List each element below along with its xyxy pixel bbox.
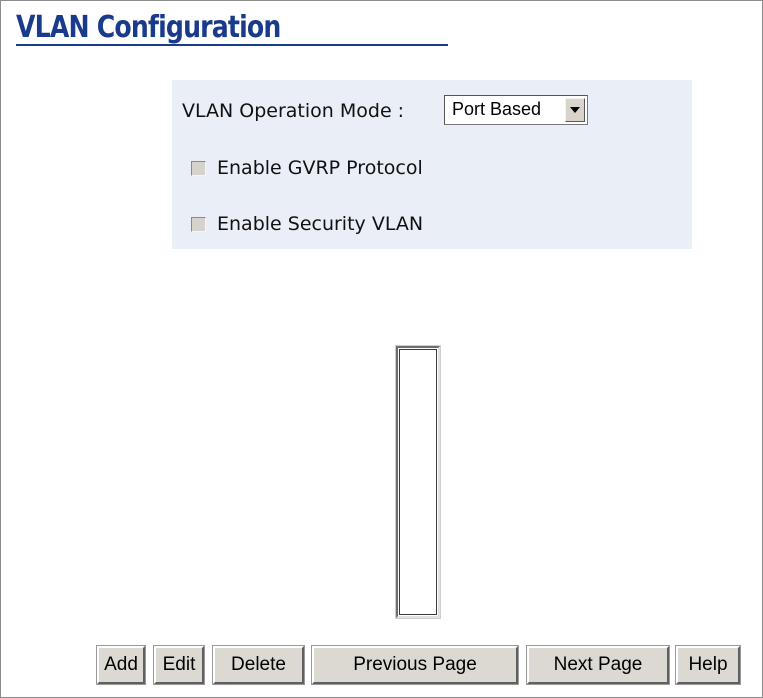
vlan-list-box[interactable] <box>395 345 441 619</box>
delete-button[interactable]: Delete <box>212 645 305 685</box>
chevron-down-icon <box>570 107 580 113</box>
dropdown-arrow-button[interactable] <box>565 98 585 122</box>
page-title: VLAN Configuration <box>16 10 281 45</box>
operation-mode-label: VLAN Operation Mode : <box>182 100 405 122</box>
previous-page-button[interactable]: Previous Page <box>311 645 519 685</box>
security-vlan-checkbox[interactable] <box>191 217 206 232</box>
help-button[interactable]: Help <box>675 645 741 685</box>
gvrp-label: Enable GVRP Protocol <box>217 157 423 179</box>
operation-mode-value: Port Based <box>452 99 542 119</box>
gvrp-checkbox[interactable] <box>191 161 206 176</box>
vlan-list-inner <box>399 349 437 615</box>
next-page-button[interactable]: Next Page <box>526 645 670 685</box>
title-underline <box>16 44 448 46</box>
security-vlan-label: Enable Security VLAN <box>217 213 424 235</box>
edit-button[interactable]: Edit <box>153 645 205 685</box>
operation-mode-select[interactable]: Port Based <box>444 95 588 125</box>
add-button[interactable]: Add <box>96 645 146 685</box>
